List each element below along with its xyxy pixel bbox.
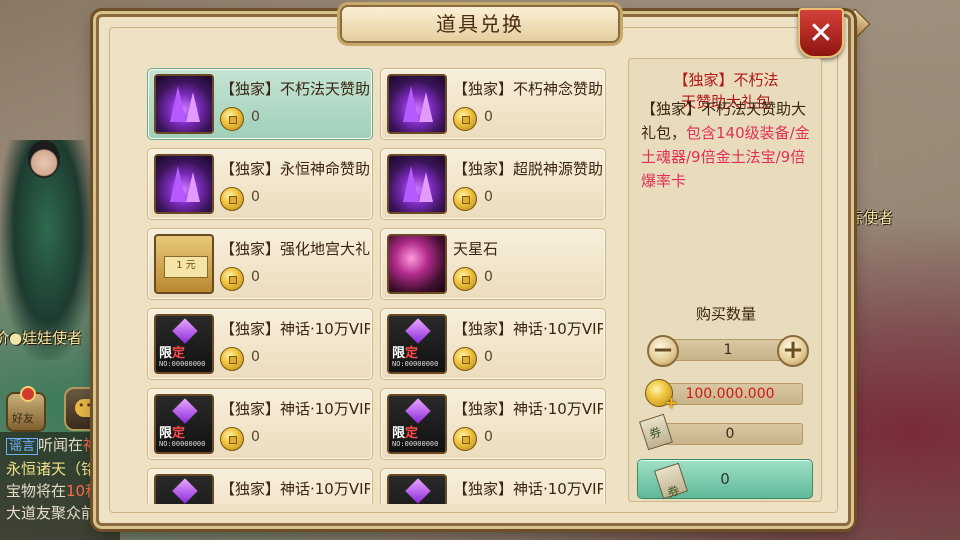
ticket-icon (654, 462, 688, 500)
item-price: 0 (251, 349, 260, 365)
coin-icon (453, 267, 477, 291)
vip-card-icon: 限定NO:00000000 (387, 394, 447, 454)
friends-button[interactable]: 好友 (6, 386, 46, 432)
coin-icon (453, 347, 477, 371)
exchange-button[interactable]: 0 (637, 459, 813, 500)
item-name: 【独家】不朽神念赞助大礼包 (453, 80, 603, 98)
crystal-icon (154, 154, 214, 214)
coin-icon (453, 107, 477, 131)
item-name: 【独家】不朽法天赞助大礼包 (220, 80, 370, 98)
decrease-quantity-button[interactable]: − (647, 335, 679, 367)
close-button[interactable]: ✕ (798, 8, 844, 58)
item-card[interactable]: 限定NO:00000000 【独家】神话·10万VIP 0 (380, 308, 606, 380)
item-name: 天星石 (453, 240, 499, 258)
dialog-title: 道具兑换 (436, 12, 524, 36)
friends-label: 好友 (12, 412, 34, 425)
crystal-icon (387, 74, 447, 134)
item-name: 【独家】神话·10万VIP (453, 400, 603, 418)
npc-name-left[interactable]: 价●娃娃使者 (0, 327, 82, 348)
item-card[interactable]: 【独家】不朽神念赞助大礼包 0 (380, 68, 606, 140)
item-price: 0 (484, 349, 493, 365)
item-card[interactable]: 天星石 0 (380, 228, 606, 300)
coin-icon (453, 427, 477, 451)
item-grid[interactable]: 【独家】不朽法天赞助大礼包 0 【独家】不朽神念赞助大礼包 0 【独家】永恒神命… (143, 64, 610, 504)
close-icon: ✕ (808, 16, 834, 51)
coin-icon (220, 347, 244, 371)
item-card[interactable]: 【独家】不朽法天赞助大礼包 0 (147, 68, 373, 140)
vip-card-icon: 限定NO:00000000 (154, 474, 214, 504)
item-price: 0 (484, 189, 493, 205)
item-name: 【独家】神话·10万VIP (220, 320, 370, 338)
vip-card-icon: 限定NO:00000000 (387, 314, 447, 374)
coin-icon (453, 187, 477, 211)
item-name: 【独家】神话·10万VIP (220, 480, 370, 498)
item-card[interactable]: 限定NO:00000000 【独家】神话·10万VIP 0 (147, 388, 373, 460)
coin-icon (220, 267, 244, 291)
item-name: 【独家】神话·10万VIP (453, 480, 603, 498)
vip-card-icon: 限定NO:00000000 (154, 314, 214, 374)
vip-card-icon: 限定NO:00000000 (154, 394, 214, 454)
increase-quantity-button[interactable]: + (777, 335, 809, 367)
coin-icon (220, 427, 244, 451)
item-price: 0 (251, 109, 260, 125)
item-name: 【独家】超脱神源赞助大礼包 (453, 160, 603, 178)
item-price: 0 (484, 429, 493, 445)
crystal-icon (387, 154, 447, 214)
item-price: 0 (484, 109, 493, 125)
item-card[interactable]: 限定NO:00000000 【独家】神话·10万VIP 0 (380, 388, 606, 460)
item-price: 0 (251, 429, 260, 445)
item-card[interactable]: 【独家】永恒神命赞助大礼包 0 (147, 148, 373, 220)
item-card[interactable]: 限定NO:00000000 【独家】神话·10万VIP 0 (147, 308, 373, 380)
add-coin-icon[interactable] (645, 379, 678, 412)
coin-icon (220, 187, 244, 211)
ticket-icon (154, 234, 214, 294)
buy-quantity-label: 购买数量 (695, 305, 756, 323)
vip-card-icon: 限定NO:00000000 (387, 474, 447, 504)
item-name: 【独家】神话·10万VIP (220, 400, 370, 418)
item-card[interactable]: 限定NO:00000000 【独家】神话·10万VIP 0 (147, 468, 373, 504)
item-name: 【独家】神话·10万VIP (453, 320, 603, 338)
exchange-cost: 0 (720, 470, 730, 488)
coin-icon (220, 107, 244, 131)
item-card[interactable]: 【独家】超脱神源赞助大礼包 0 (380, 148, 606, 220)
item-name: 【独家】强化地宫大礼包 (220, 240, 370, 258)
item-price: 0 (251, 189, 260, 205)
orb-icon (387, 234, 447, 294)
item-detail-panel: 【独家】不朽法 天赞助大礼包 【独家】不朽法天赞助大礼包，包含140级装备/金土… (628, 58, 822, 502)
coin-balance: 100.000.000 (657, 383, 803, 405)
npc-name-right[interactable]: 炼使者 (848, 207, 893, 228)
item-price: 0 (251, 269, 260, 285)
item-card[interactable]: 限定NO:00000000 【独家】神话·10万VIP 0 (380, 468, 606, 504)
item-name: 【独家】永恒神命赞助大礼包 (220, 160, 370, 178)
dialog-title-plate: 道具兑换 (340, 5, 620, 43)
notification-dot-icon (20, 386, 36, 402)
crystal-icon (154, 74, 214, 134)
ticket-balance: 0 (657, 423, 803, 445)
detail-description: 【独家】不朽法天赞助大礼包，包含140级装备/金土魂器/9倍金土法宝/9倍爆率卡 (641, 100, 810, 190)
item-price: 0 (484, 269, 493, 285)
item-card[interactable]: 【独家】强化地宫大礼包 0 (147, 228, 373, 300)
